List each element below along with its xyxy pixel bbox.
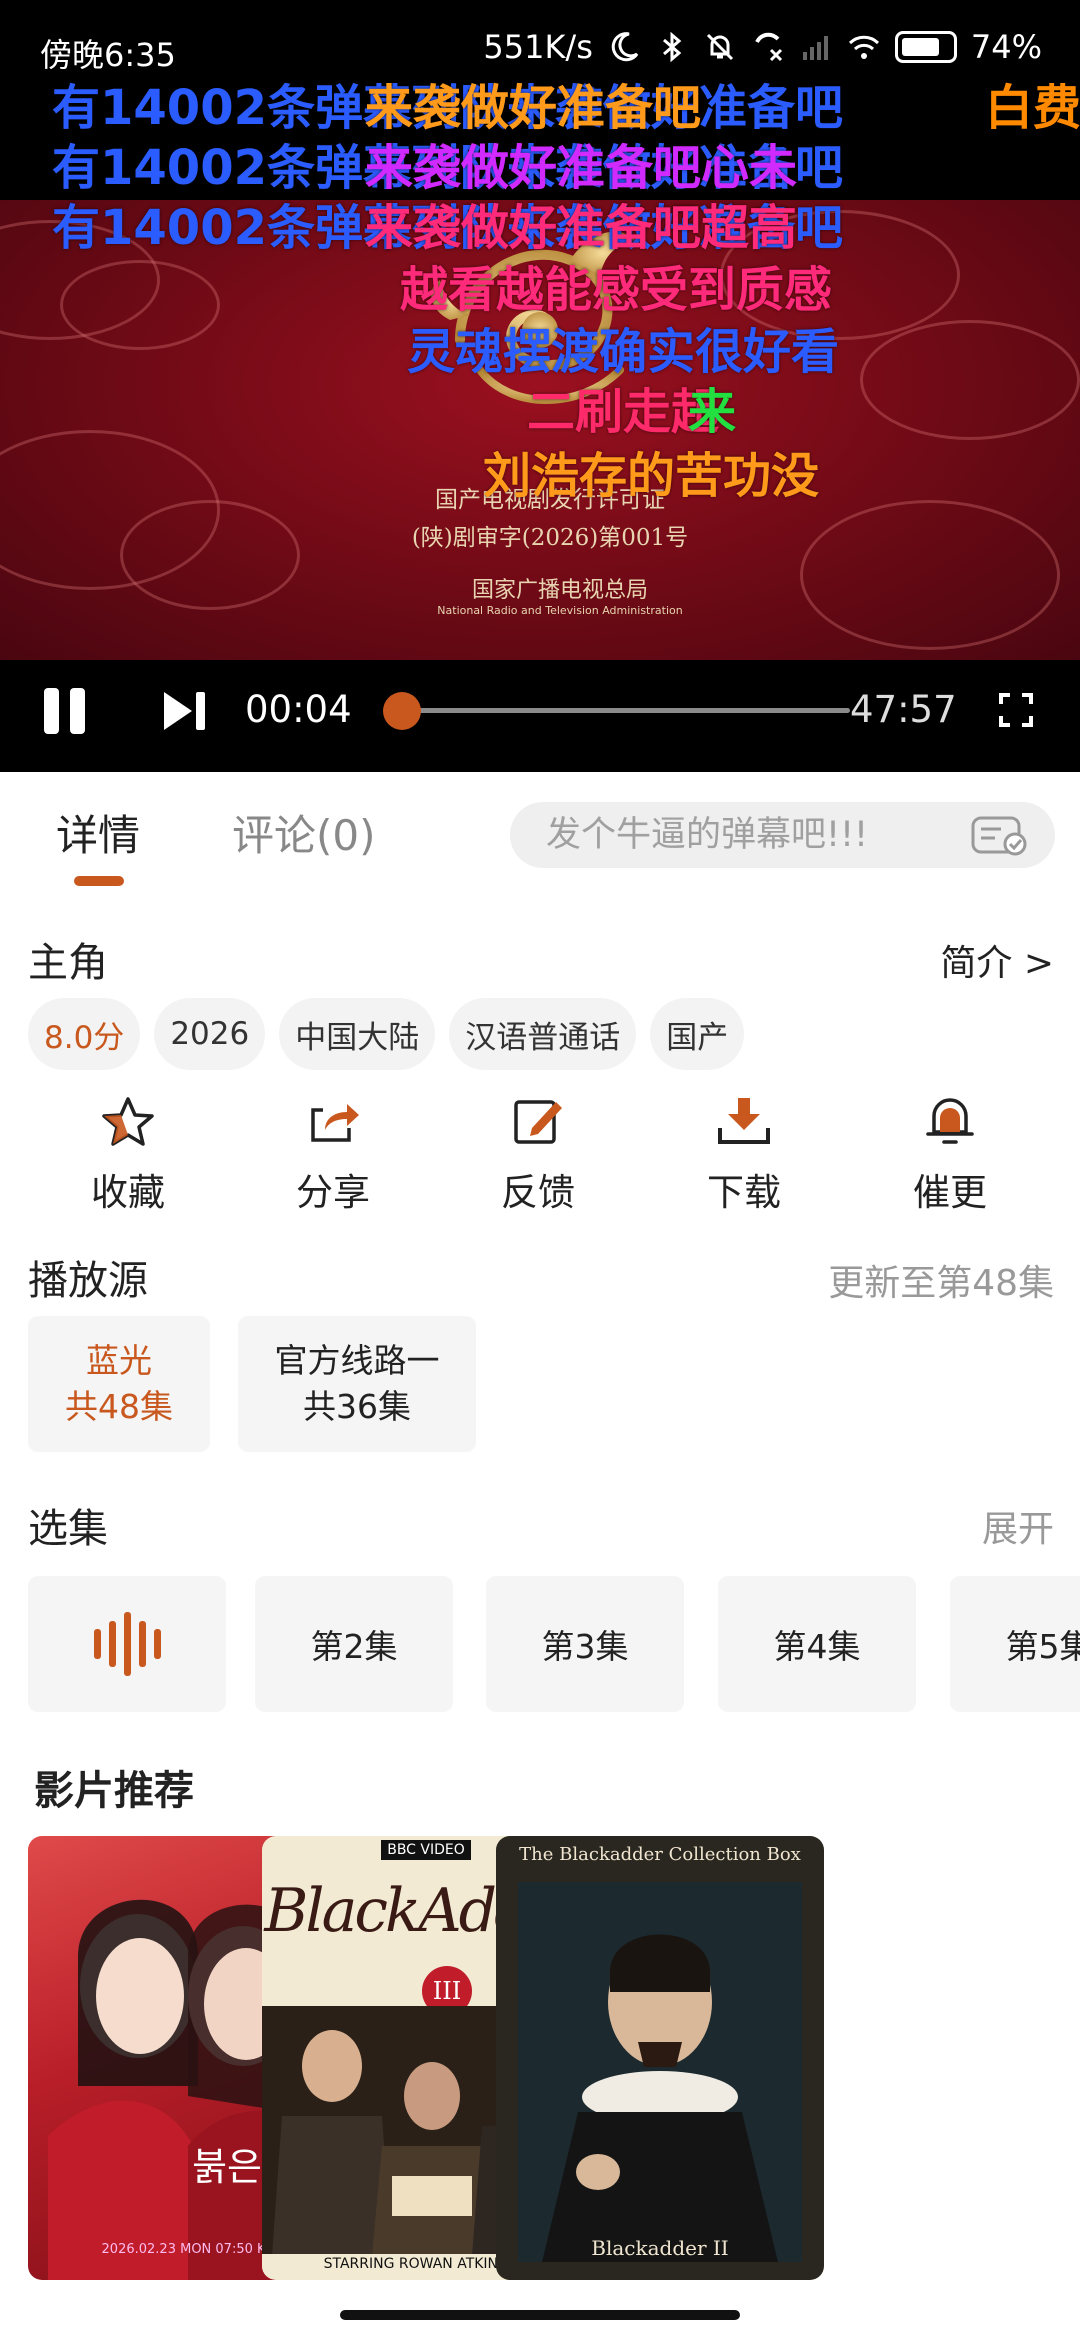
source-name: 官方线路一 — [274, 1341, 440, 1380]
wifi-icon — [848, 35, 879, 59]
danmaku-item: 来袭做好准备吧超高 — [365, 200, 798, 256]
danmaku-input-box[interactable] — [510, 802, 1055, 868]
license-line2: (陕)剧审字(2026)第001号 — [411, 525, 689, 551]
source-list: 蓝光 共48集 官方线路一 共36集 — [28, 1316, 476, 1452]
danmaku-item: 来 — [688, 384, 737, 440]
lead-title: 主角 — [28, 940, 108, 986]
source-name: 蓝光 — [86, 1341, 152, 1380]
call-blocked-icon — [755, 32, 782, 62]
download-icon — [718, 1098, 770, 1144]
home-indicator[interactable] — [340, 2310, 740, 2320]
signal-icon — [802, 36, 828, 60]
feedback-label: 反馈 — [501, 1171, 575, 1214]
danmaku-settings-icon[interactable] — [971, 816, 1029, 856]
episode-item[interactable]: 第4集 — [718, 1576, 916, 1712]
poster-card[interactable]: The Blackadder Collection Box Blackadder… — [496, 1836, 824, 2280]
rating-chip: 8.0分 — [28, 998, 141, 1070]
action-row: 收藏 分享 反馈 下载 催更 — [0, 1090, 1080, 1220]
language-chip: 汉语普通话 — [449, 998, 637, 1070]
source-count: 共48集 — [65, 1387, 173, 1426]
bluetooth-icon — [662, 31, 682, 63]
episode-item[interactable]: 第5集 — [950, 1576, 1080, 1712]
download-button[interactable]: 下载 — [674, 1090, 814, 1216]
star-icon — [102, 1097, 154, 1146]
poster-caption: Blackadder II — [591, 2236, 729, 2260]
favorite-label: 收藏 — [91, 1171, 165, 1214]
danmaku-input[interactable] — [546, 810, 946, 860]
tab-comment[interactable]: 评论(0) — [232, 802, 376, 863]
remind-label: 催更 — [913, 1171, 987, 1214]
remind-update-button[interactable]: 催更 — [880, 1090, 1020, 1216]
bell-icon — [926, 1098, 974, 1144]
tab-bar: 详情 评论(0) — [0, 772, 1080, 892]
poster-image — [518, 1882, 802, 2262]
share-button[interactable]: 分享 — [263, 1090, 403, 1216]
episodes-title: 选集 — [28, 1506, 108, 1552]
seek-thumb[interactable] — [382, 692, 421, 730]
network-speed: 551K/s — [483, 28, 593, 66]
pause-button[interactable] — [40, 686, 90, 736]
tag-chips: 8.0分 2026 中国大陆 汉语普通话 国产 — [28, 998, 745, 1070]
bell-muted-icon — [706, 33, 733, 61]
source-official-1[interactable]: 官方线路一 共36集 — [238, 1316, 476, 1452]
source-count: 共36集 — [303, 1387, 411, 1426]
feedback-button[interactable]: 反馈 — [468, 1090, 608, 1216]
favorite-button[interactable]: 收藏 — [58, 1090, 198, 1216]
seek-bar[interactable] — [400, 708, 850, 713]
tab-detail[interactable]: 详情 — [56, 802, 140, 863]
authority-en: National Radio and Television Administra… — [437, 604, 683, 617]
poster-top: BBC VIDEO — [381, 1840, 471, 1860]
battery-percent: 74% — [970, 28, 1042, 66]
episode-list: 第2集 第3集 第4集 第5集 — [28, 1576, 1080, 1716]
episode-item[interactable]: 第2集 — [255, 1576, 453, 1712]
play-source-title: 播放源 — [28, 1258, 148, 1304]
current-time: 00:04 — [245, 688, 352, 731]
recommend-list: 붉은진주 2026.02.23 MON 07:50 KBS BBC VIDEO … — [28, 1836, 1080, 2280]
video-player[interactable]: 国产电视剧发行许可证 (陕)剧审字(2026)第001号 国家广播电视总局 Na… — [0, 0, 1080, 772]
danmaku-item: 越看越能感受到质感 — [400, 262, 833, 318]
moon-icon — [611, 32, 639, 62]
source-bluray[interactable]: 蓝光 共48集 — [28, 1316, 210, 1452]
share-label: 分享 — [296, 1171, 370, 1214]
danmaku-item: 白费 — [985, 80, 1080, 136]
recommend-title: 影片推荐 — [34, 1768, 194, 1814]
player-controls: 00:04 47:57 — [0, 672, 1080, 772]
download-label: 下载 — [707, 1171, 781, 1214]
tab-indicator — [74, 876, 124, 886]
region-chip: 中国大陆 — [279, 998, 436, 1070]
intro-link[interactable]: 简介 > — [940, 934, 1054, 986]
danmaku-item: 刘浩存的苦功没 — [483, 448, 820, 504]
poster-title: The Blackadder Collection Box — [519, 1844, 801, 1865]
share-icon — [311, 1104, 359, 1142]
next-episode-icon[interactable] — [160, 688, 210, 734]
update-info: 更新至第48集 — [828, 1263, 1054, 1304]
battery-icon — [894, 31, 957, 63]
expand-link[interactable]: 展开 — [982, 1500, 1054, 1552]
episode-item[interactable]: 第3集 — [486, 1576, 684, 1712]
edit-icon — [514, 1100, 562, 1144]
duration: 47:57 — [850, 688, 957, 731]
playing-equalizer-icon — [93, 1612, 161, 1676]
origin-chip: 国产 — [650, 998, 745, 1070]
fullscreen-icon[interactable] — [998, 692, 1034, 728]
authority-cn: 国家广播电视总局 — [471, 578, 648, 603]
episode-playing[interactable] — [28, 1576, 226, 1712]
year-chip: 2026 — [154, 998, 266, 1070]
